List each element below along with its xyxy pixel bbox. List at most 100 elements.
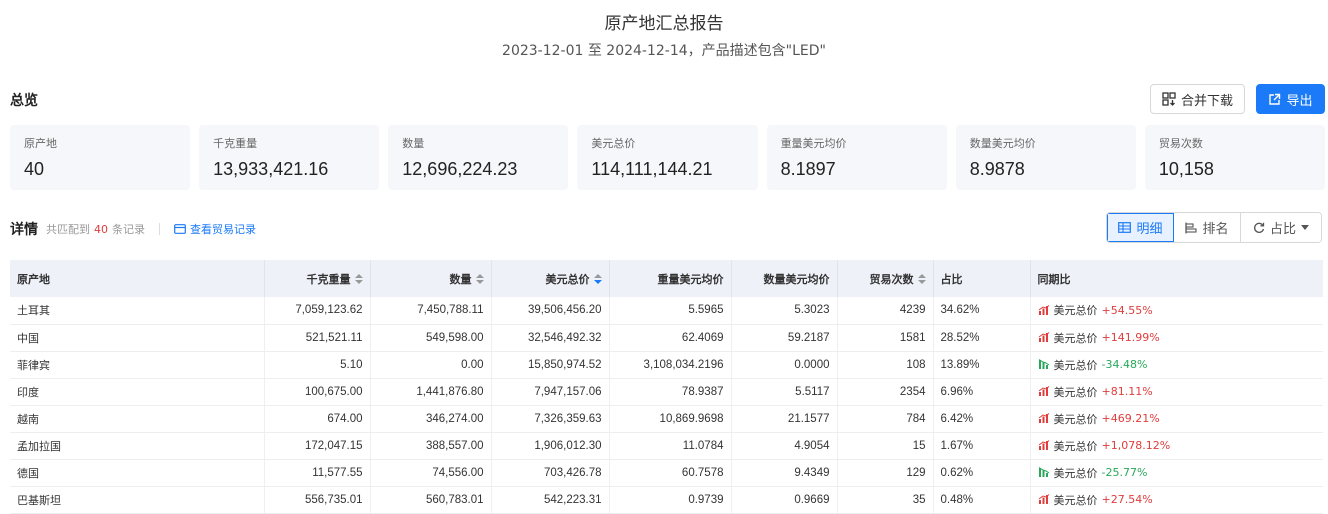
table-row: 巴基斯坦 556,735.01 560,783.01 542,223.31 0.9739… [10,486,1323,514]
cell-quantity: 346,274.00 [370,405,492,433]
cell-yoy: 美元总价 +81.11% [1030,378,1323,406]
cell-yoy: 美元总价 +54.55% [1030,297,1323,325]
cell-origin: 孟加拉国 [10,432,265,460]
yoy-value: +27.54% [1101,493,1153,506]
th-label: 原产地 [17,272,50,286]
sort-icon [354,273,363,284]
table-row: 印度 100,675.00 1,441,876.80 7,947,157.06 78.9… [10,378,1323,406]
table-row: 土耳其 7,059,123.62 7,450,788.11 39,506,456.20… [10,297,1323,325]
th-total-usd[interactable]: 美元总价 [491,260,610,297]
th-trades[interactable]: 贸易次数 [837,260,934,297]
card-label: 数量 [402,137,425,150]
merge-download-button[interactable]: 合并下载 [1150,84,1245,114]
card-value: 40 [24,159,45,179]
bar-chart-up-icon [1038,413,1049,423]
yoy-metric: 美元总价 [1053,385,1098,399]
th-quantity[interactable]: 数量 [370,260,492,297]
th-label: 同期比 [1037,272,1071,286]
cell-total-usd: 542,223.31 [491,486,610,514]
bar-chart-up-icon [1038,386,1049,396]
view-trade-records-label: 查看贸易记录 [190,223,256,236]
overview-title: 总览 [10,93,38,109]
th-origin: 原产地 [10,260,265,297]
view-rank-label: 排名 [1202,222,1229,237]
th-label: 占比 [940,272,963,286]
th-label: 重量美元均价 [657,272,724,286]
rank-icon [1185,222,1198,233]
yoy-metric: 美元总价 [1053,331,1098,345]
th-label: 数量美元均价 [763,272,830,286]
yoy-value: -34.48% [1101,358,1148,371]
view-rank-button[interactable]: 排名 [1174,213,1241,242]
cell-share: 6.96% [933,378,1031,406]
refresh-icon [1254,222,1265,233]
yoy-metric: 美元总价 [1053,439,1098,453]
sort-icon [917,273,926,284]
card-label: 重量美元均价 [780,137,847,150]
match-prefix: 共匹配到 [46,223,90,236]
cell-weight-avg: 78.9387 [609,378,732,406]
table-row: 中国 521,521.11 549,598.00 32,546,492.32 62.40… [10,324,1323,352]
cell-trades: 108 [837,351,934,379]
cell-qty-avg: 4.9054 [731,432,838,460]
cell-total-usd: 703,426.78 [491,459,610,487]
card-icon [174,224,186,234]
detail-bar: 详情 共匹配到 40 条记录 查看贸易记录 [10,218,256,240]
cell-weight: 5.10 [264,351,371,379]
export-label: 导出 [1286,93,1313,109]
cell-origin: 印度 [10,378,265,406]
th-label: 美元总价 [545,272,590,286]
export-button[interactable]: 导出 [1256,84,1325,114]
cell-trades: 784 [837,405,934,433]
card-value: 13,933,421.16 [213,159,329,179]
sort-icon [475,273,484,284]
cell-yoy: 美元总价 +27.54% [1030,486,1323,514]
cell-weight: 556,735.01 [264,486,371,514]
card-total-usd: 美元总价 114,111,144.21 [577,125,758,190]
th-yoy: 同期比 [1030,260,1323,297]
th-label: 数量 [449,272,472,286]
cell-weight: 100,675.00 [264,378,371,406]
cell-weight: 674.00 [264,405,371,433]
cell-share: 34.62% [933,297,1031,325]
card-value: 12,696,224.23 [402,159,518,179]
cell-origin: 巴基斯坦 [10,486,265,514]
cell-qty-avg: 9.4349 [731,459,838,487]
view-switcher: 明细 排名 占比 [1106,212,1322,243]
view-trade-records-link[interactable]: 查看贸易记录 [174,221,256,237]
table-row: 菲律宾 5.10 0.00 15,850,974.52 3,108,034.2196 0.… [10,351,1323,379]
table-row: 越南 674.00 346,274.00 7,326,359.63 10,869.969… [10,405,1323,433]
cell-weight: 11,577.55 [264,459,371,487]
yoy-value: +54.55% [1101,303,1153,317]
bar-chart-down-icon [1038,359,1049,369]
cell-weight-avg: 3,108,034.2196 [609,351,732,379]
card-label: 数量美元均价 [969,137,1036,150]
cell-quantity: 74,556.00 [370,459,492,487]
view-detail-button[interactable]: 明细 [1107,213,1174,242]
cell-total-usd: 1,906,012.30 [491,432,610,460]
export-icon [1269,93,1281,105]
th-weight[interactable]: 千克重量 [264,260,371,297]
cell-trades: 15 [837,432,934,460]
report-title: 原产地汇总报告 [604,14,724,34]
cell-trades: 2354 [837,378,934,406]
bar-chart-down-icon [1038,467,1049,477]
view-ratio-label: 占比 [1269,222,1296,237]
cell-yoy: 美元总价 +1,078.12% [1030,432,1323,460]
yoy-value: +81.11% [1101,385,1153,398]
th-qty-avg: 数量美元均价 [731,260,838,297]
cell-weight-avg: 60.7578 [609,459,732,487]
cell-origin: 越南 [10,405,265,433]
cell-trades: 35 [837,486,934,514]
view-ratio-dropdown[interactable]: 占比 [1241,213,1321,242]
cell-share: 1.67% [933,432,1031,460]
cell-quantity: 1,441,876.80 [370,378,492,406]
cell-origin: 土耳其 [10,297,265,325]
overview-cards: 原产地 40 千克重量 13,933,421.16 数量 12,696,224.23 … [10,125,1325,190]
th-label: 千克重量 [306,272,351,286]
yoy-value: +141.99% [1101,331,1160,344]
cell-total-usd: 7,947,157.06 [491,378,610,406]
card-qty-avg: 数量美元均价 8.9878 [955,125,1136,190]
bar-chart-up-icon [1038,440,1049,450]
card-value: 114,111,144.21 [591,159,713,179]
